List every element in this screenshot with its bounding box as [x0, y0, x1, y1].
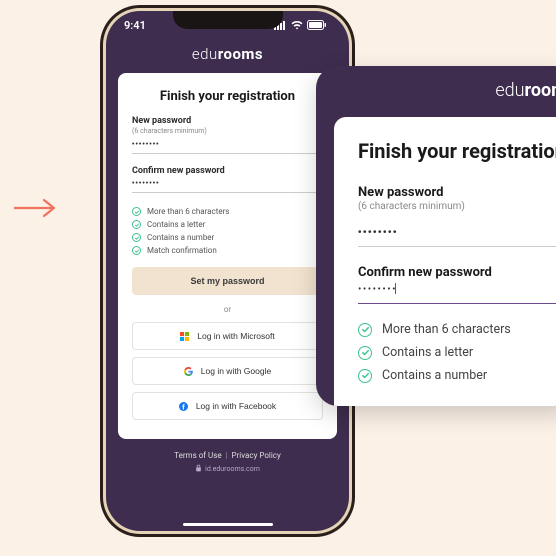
check-icon: [132, 233, 141, 242]
check-row: Contains a letter: [358, 345, 556, 360]
new-password-label: New password: [132, 116, 323, 126]
zoom-new-password-input[interactable]: [358, 225, 556, 247]
lock-icon: [195, 464, 202, 474]
card-title: Finish your registration: [132, 89, 323, 104]
facebook-icon: [179, 402, 188, 411]
check-icon: [358, 323, 372, 337]
zoom-card: Finish your registration New password (6…: [334, 117, 556, 406]
check-icon: [132, 220, 141, 229]
zoom-confirm-password-label: Confirm new password: [358, 265, 556, 280]
check-icon: [358, 346, 372, 360]
login-google-button[interactable]: Log in with Google: [132, 357, 323, 385]
check-row: Contains a number: [358, 368, 556, 383]
text-cursor-icon: [395, 283, 396, 294]
brand-logo-zoom: edurooms: [316, 66, 556, 117]
battery-icon: [307, 20, 327, 30]
zoom-checks: More than 6 characters Contains a letter…: [358, 322, 556, 383]
login-facebook-button[interactable]: Log in with Facebook: [132, 392, 323, 420]
new-password-hint: (6 characters minimum): [132, 127, 323, 135]
footer-url: id.edurooms.com: [106, 464, 349, 474]
footer-links: Terms of Use|Privacy Policy: [106, 451, 349, 460]
arrow-pointer-icon: [14, 198, 58, 218]
check-icon: [358, 369, 372, 383]
status-time: 9:41: [124, 19, 146, 32]
password-checks: More than 6 characters Contains a letter…: [132, 207, 323, 255]
phone-screen: 9:41 edurooms Finis: [106, 11, 349, 531]
brand-logo: edurooms: [106, 39, 349, 73]
zoom-new-password-hint: (6 characters minimum): [358, 201, 556, 212]
check-row: More than 6 characters: [358, 322, 556, 337]
privacy-link[interactable]: Privacy Policy: [232, 451, 281, 460]
check-icon: [132, 246, 141, 255]
phone-notch: [173, 11, 283, 29]
login-microsoft-button[interactable]: Log in with Microsoft: [132, 322, 323, 350]
new-password-input[interactable]: [132, 138, 323, 154]
zoom-title: Finish your registration: [358, 139, 556, 163]
registration-card: Finish your registration New password (6…: [118, 73, 337, 439]
check-row: Contains a letter: [132, 220, 323, 229]
confirm-password-input[interactable]: [132, 177, 323, 193]
zoom-new-password-label: New password: [358, 185, 556, 200]
set-password-button[interactable]: Set my password: [132, 267, 323, 295]
home-indicator: [183, 523, 273, 526]
or-divider: or: [132, 305, 323, 314]
check-row: More than 6 characters: [132, 207, 323, 216]
confirm-password-label: Confirm new password: [132, 166, 323, 176]
check-icon: [132, 207, 141, 216]
microsoft-icon: [180, 332, 189, 341]
terms-link[interactable]: Terms of Use: [174, 451, 221, 460]
wifi-icon: [291, 21, 303, 30]
check-row: Match confirmation: [132, 246, 323, 255]
google-icon: [184, 367, 193, 376]
zoom-confirm-password-input[interactable]: ••••••••: [358, 281, 556, 304]
zoom-overlay: edurooms Finish your registration New pa…: [316, 66, 556, 406]
check-row: Contains a number: [132, 233, 323, 242]
